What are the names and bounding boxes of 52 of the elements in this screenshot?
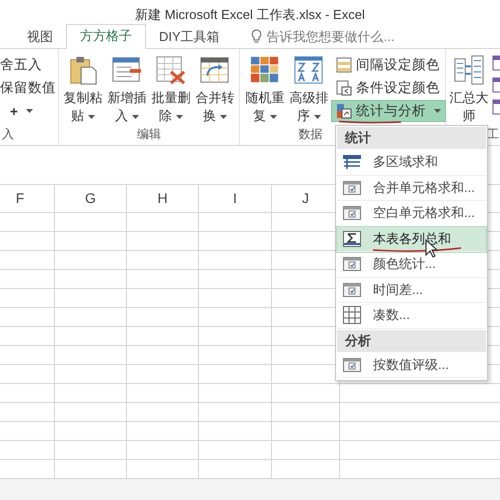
ribbon-button[interactable]: 随机重复 xyxy=(244,53,286,127)
ribbon-button[interactable]: 复制粘贴 xyxy=(62,53,104,127)
column-header[interactable]: I xyxy=(199,185,272,212)
window-title: 新建 Microsoft Excel 工作表.xlsx - Excel xyxy=(134,6,366,24)
menu-item[interactable]: 合并单元格求和... xyxy=(337,176,486,201)
group-label: 数据 xyxy=(298,127,322,141)
ribbon-button[interactable]: 汇总大师 xyxy=(448,53,490,127)
menu-item[interactable]: 多区域求和 xyxy=(337,150,486,176)
ribbon-tab[interactable]: DIY工具箱 xyxy=(146,25,233,49)
form-icon xyxy=(343,180,361,195)
form-icon xyxy=(343,358,361,372)
table-delete-icon xyxy=(155,55,187,85)
menu-section-header: 统计 xyxy=(337,127,486,149)
menu-item[interactable]: 凑数... xyxy=(337,303,486,328)
group-label: 编辑 xyxy=(137,127,161,141)
ribbon-button[interactable]: 新增插入 xyxy=(106,53,148,127)
ribbon-button[interactable]: 统计与分析 xyxy=(332,101,445,121)
table-icon xyxy=(343,155,361,170)
menu-item[interactable]: 时间差... xyxy=(337,278,486,303)
column-header[interactable]: H xyxy=(127,185,199,212)
table-arrows-icon xyxy=(199,55,231,85)
ribbon-tab[interactable]: 方方格子 xyxy=(66,24,146,49)
sort-icon xyxy=(293,55,325,85)
sigma-icon xyxy=(343,230,361,247)
ribbon-button[interactable]: + xyxy=(10,101,60,121)
grid-icon xyxy=(343,306,361,324)
ribbon-tab[interactable]: 视图 xyxy=(14,25,66,49)
color-grid-icon xyxy=(249,55,281,85)
ribbon-button[interactable]: 合并转换 xyxy=(194,53,236,127)
lightbulb-icon xyxy=(250,29,262,44)
form-icon xyxy=(343,282,361,297)
conditional-table-icon xyxy=(336,80,352,96)
tell-me-field[interactable]: 告诉我您想要做什么... xyxy=(266,29,417,44)
group-label: 工 xyxy=(487,127,499,141)
chart-table-icon xyxy=(336,103,352,119)
group-label: 入 xyxy=(2,127,14,141)
striped-table-icon xyxy=(336,57,352,73)
ribbon-button[interactable]: 舍五入 xyxy=(0,55,60,75)
form-icon xyxy=(343,257,361,272)
ribbon-button[interactable]: 保留数值 xyxy=(0,78,60,98)
ribbon-button[interactable]: 间隔设定颜色 xyxy=(332,55,445,75)
column-header[interactable]: G xyxy=(55,185,127,212)
menu-section-header: 分析 xyxy=(337,330,486,352)
form-icon xyxy=(343,206,361,220)
column-header[interactable]: F xyxy=(0,185,55,212)
menu-item[interactable]: 颜色统计... xyxy=(337,252,486,278)
ribbon-button[interactable]: 批量删除 xyxy=(150,53,192,127)
merge-documents-icon xyxy=(453,55,485,85)
underline-mark xyxy=(338,120,402,124)
ribbon-button[interactable]: 高级排序 xyxy=(288,53,330,127)
menu-item[interactable]: 按数值评级... xyxy=(337,352,486,378)
ribbon-button[interactable]: 条件设定颜色 xyxy=(332,78,445,98)
